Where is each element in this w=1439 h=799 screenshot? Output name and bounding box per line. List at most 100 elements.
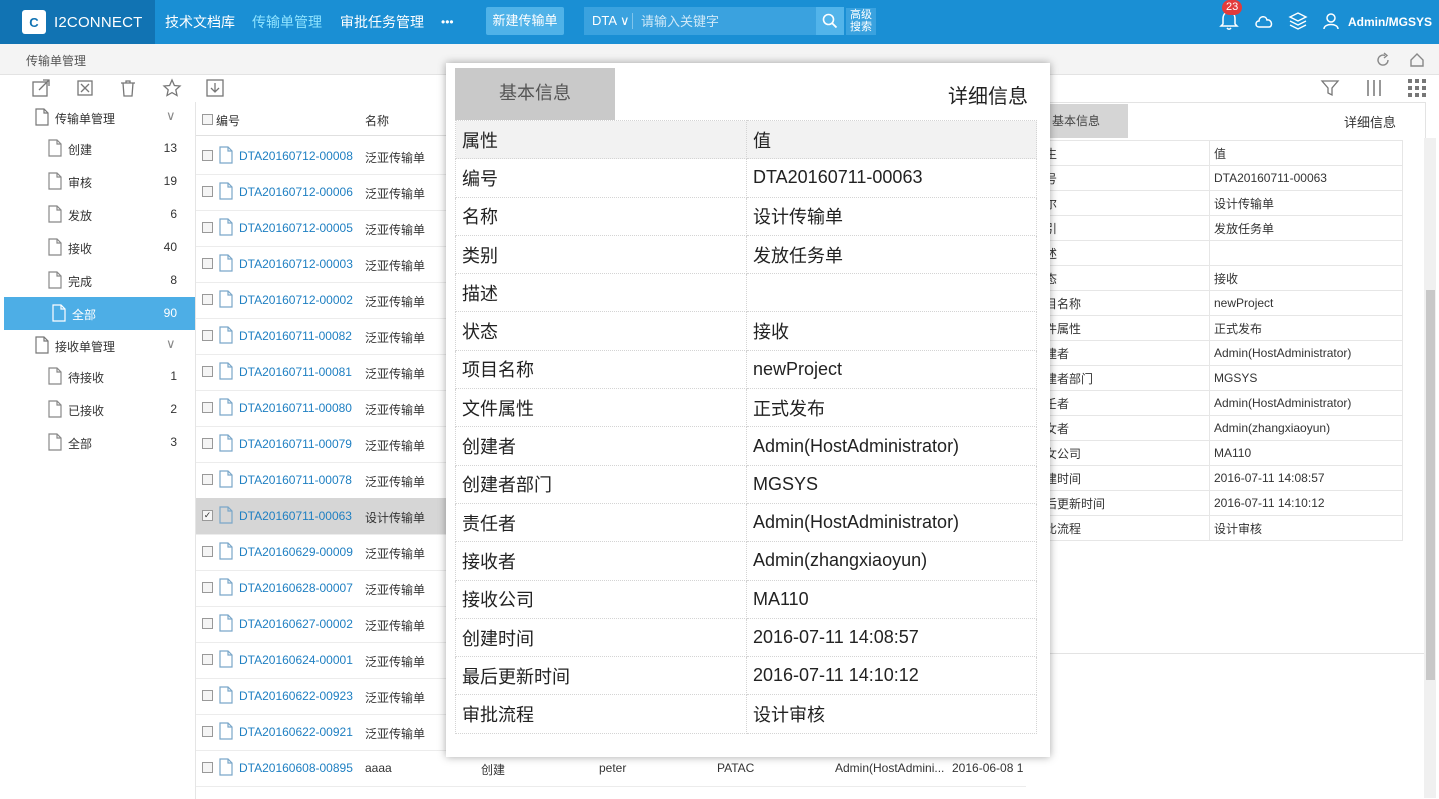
row-code-link[interactable]: DTA20160712-00008	[239, 149, 353, 163]
nav-more-icon[interactable]: •••	[441, 0, 454, 44]
sidebar-item-count: 8	[170, 273, 177, 287]
columns-icon[interactable]	[1364, 78, 1384, 98]
row-checkbox[interactable]	[202, 294, 213, 305]
cloud-icon[interactable]	[1253, 12, 1275, 33]
table-row: 建时间 2016-07-11 14:08:57	[1040, 465, 1403, 491]
search-input[interactable]	[639, 12, 813, 30]
table-row: 壬者 Admin(HostAdministrator)	[1040, 390, 1403, 416]
row-receiver: peter	[599, 761, 627, 775]
sidebar-item[interactable]: 待接收 1	[0, 360, 195, 393]
sidebar-group[interactable]: 传输单管理 ∨	[0, 102, 195, 132]
detail-panel-tab-basic[interactable]: 基本信息	[1040, 104, 1128, 138]
column-header-code[interactable]: 编号	[216, 112, 240, 129]
nav-approval-tasks[interactable]: 审批任务管理	[340, 0, 424, 44]
sidebar-item[interactable]: 发放 6	[0, 198, 195, 231]
home-icon[interactable]	[1409, 52, 1425, 71]
sidebar-group[interactable]: 接收单管理 ∨	[0, 330, 195, 360]
document-icon	[47, 400, 63, 421]
document-icon	[218, 506, 234, 527]
row-code-link[interactable]: DTA20160711-00080	[239, 401, 352, 415]
filter-icon[interactable]	[1320, 78, 1340, 98]
row-code-link[interactable]: DTA20160627-00002	[239, 617, 353, 631]
row-checkbox[interactable]	[202, 690, 213, 701]
refresh-icon[interactable]	[1375, 52, 1391, 71]
row-checkbox[interactable]	[202, 150, 213, 161]
row-code-link[interactable]: DTA20160712-00002	[239, 293, 353, 307]
row-code-link[interactable]: DTA20160629-00009	[239, 545, 353, 559]
sidebar-item[interactable]: 创建 13	[0, 132, 195, 165]
popup-tab-basic[interactable]: 基本信息	[455, 68, 615, 120]
excel-icon[interactable]	[75, 78, 95, 98]
row-code-link[interactable]: DTA20160622-00923	[239, 689, 353, 703]
popup-table: 属性值编号 DTA20160711-00063 名称 设计传输单 类别 发放任务单 描述 状态…	[455, 119, 1037, 734]
sidebar-item[interactable]: 已接收 2	[0, 393, 195, 426]
sidebar-item[interactable]: 全部 90	[4, 297, 195, 330]
row-code-link[interactable]: DTA20160622-00921	[239, 725, 353, 739]
attribute-name: 女者	[1040, 415, 1210, 441]
attribute-value	[1209, 240, 1403, 266]
attribute-value: newProject	[746, 349, 1037, 390]
row-code-link[interactable]: DTA20160712-00003	[239, 257, 353, 271]
row-checkbox[interactable]	[202, 726, 213, 737]
document-icon	[47, 172, 63, 193]
row-checkbox[interactable]	[202, 474, 213, 485]
grid-icon[interactable]	[1407, 78, 1427, 98]
sidebar-item[interactable]: 完成 8	[0, 264, 195, 297]
row-code-link[interactable]: DTA20160628-00007	[239, 581, 353, 595]
row-code-link[interactable]: DTA20160712-00005	[239, 221, 353, 235]
chevron-down-icon[interactable]: ∨	[166, 336, 176, 352]
sidebar-item-count: 19	[163, 174, 177, 188]
search-button[interactable]	[816, 7, 844, 35]
chevron-down-icon[interactable]: ∨	[166, 108, 176, 124]
layers-icon[interactable]	[1288, 11, 1308, 34]
row-checkbox[interactable]	[202, 762, 213, 773]
row-code-link[interactable]: DTA20160624-00001	[239, 653, 353, 667]
attribute-name: 接收者	[455, 541, 747, 581]
nav-transmittal[interactable]: 传输单管理	[252, 0, 322, 44]
new-transmittal-button[interactable]: 新建传输单	[486, 7, 564, 35]
row-checkbox[interactable]	[202, 618, 213, 629]
select-all-checkbox[interactable]	[202, 114, 213, 125]
app-logo[interactable]: C I2CONNECT	[0, 0, 155, 44]
row-code-link[interactable]: DTA20160711-00082	[239, 329, 352, 343]
sidebar-item[interactable]: 审核 19	[0, 165, 195, 198]
row-code-link[interactable]: DTA20160711-00079	[239, 437, 352, 451]
search-type-select[interactable]: DTA ∨	[584, 13, 633, 29]
sidebar-item[interactable]: 全部 3	[0, 426, 195, 459]
attribute-name: 态	[1040, 265, 1210, 291]
row-company: PATAC	[717, 761, 755, 775]
nav-tech-docs[interactable]: 技术文档库	[165, 0, 235, 44]
row-checkbox[interactable]	[202, 186, 213, 197]
scrollbar-thumb[interactable]	[1426, 290, 1435, 680]
row-checkbox[interactable]	[202, 222, 213, 233]
sidebar-item[interactable]: 接收 40	[0, 231, 195, 264]
column-header-name[interactable]: 名称	[365, 112, 389, 129]
table-row: 文件属性 正式发布	[455, 388, 1037, 428]
delete-icon[interactable]	[118, 78, 138, 98]
row-checkbox[interactable]	[202, 402, 213, 413]
sidebar-item-count: 3	[170, 435, 177, 449]
sidebar-item-label: 全部	[72, 308, 97, 322]
row-checkbox[interactable]	[202, 258, 213, 269]
download-icon[interactable]	[205, 78, 225, 98]
attribute-name: 项目名称	[455, 349, 747, 390]
row-checkbox[interactable]	[202, 330, 213, 341]
row-code-link[interactable]: DTA20160711-00078	[239, 473, 352, 487]
row-checkbox[interactable]	[202, 546, 213, 557]
row-code-link[interactable]: DTA20160711-00063	[239, 509, 352, 523]
row-code-link[interactable]: DTA20160712-00006	[239, 185, 353, 199]
row-checkbox[interactable]: ✓	[202, 510, 213, 521]
user-icon[interactable]	[1322, 12, 1340, 33]
attribute-name: 文件属性	[455, 388, 747, 428]
star-icon[interactable]	[162, 78, 182, 98]
advanced-search-button[interactable]: 高级 搜索	[846, 8, 876, 35]
row-checkbox[interactable]	[202, 438, 213, 449]
row-checkbox[interactable]	[202, 654, 213, 665]
export-icon[interactable]	[31, 78, 51, 98]
row-code-link[interactable]: DTA20160608-00895	[239, 761, 353, 775]
search-icon	[822, 13, 838, 29]
row-checkbox[interactable]	[202, 366, 213, 377]
user-name[interactable]: Admin/MGSYS	[1348, 0, 1432, 44]
row-checkbox[interactable]	[202, 582, 213, 593]
row-code-link[interactable]: DTA20160711-00081	[239, 365, 352, 379]
